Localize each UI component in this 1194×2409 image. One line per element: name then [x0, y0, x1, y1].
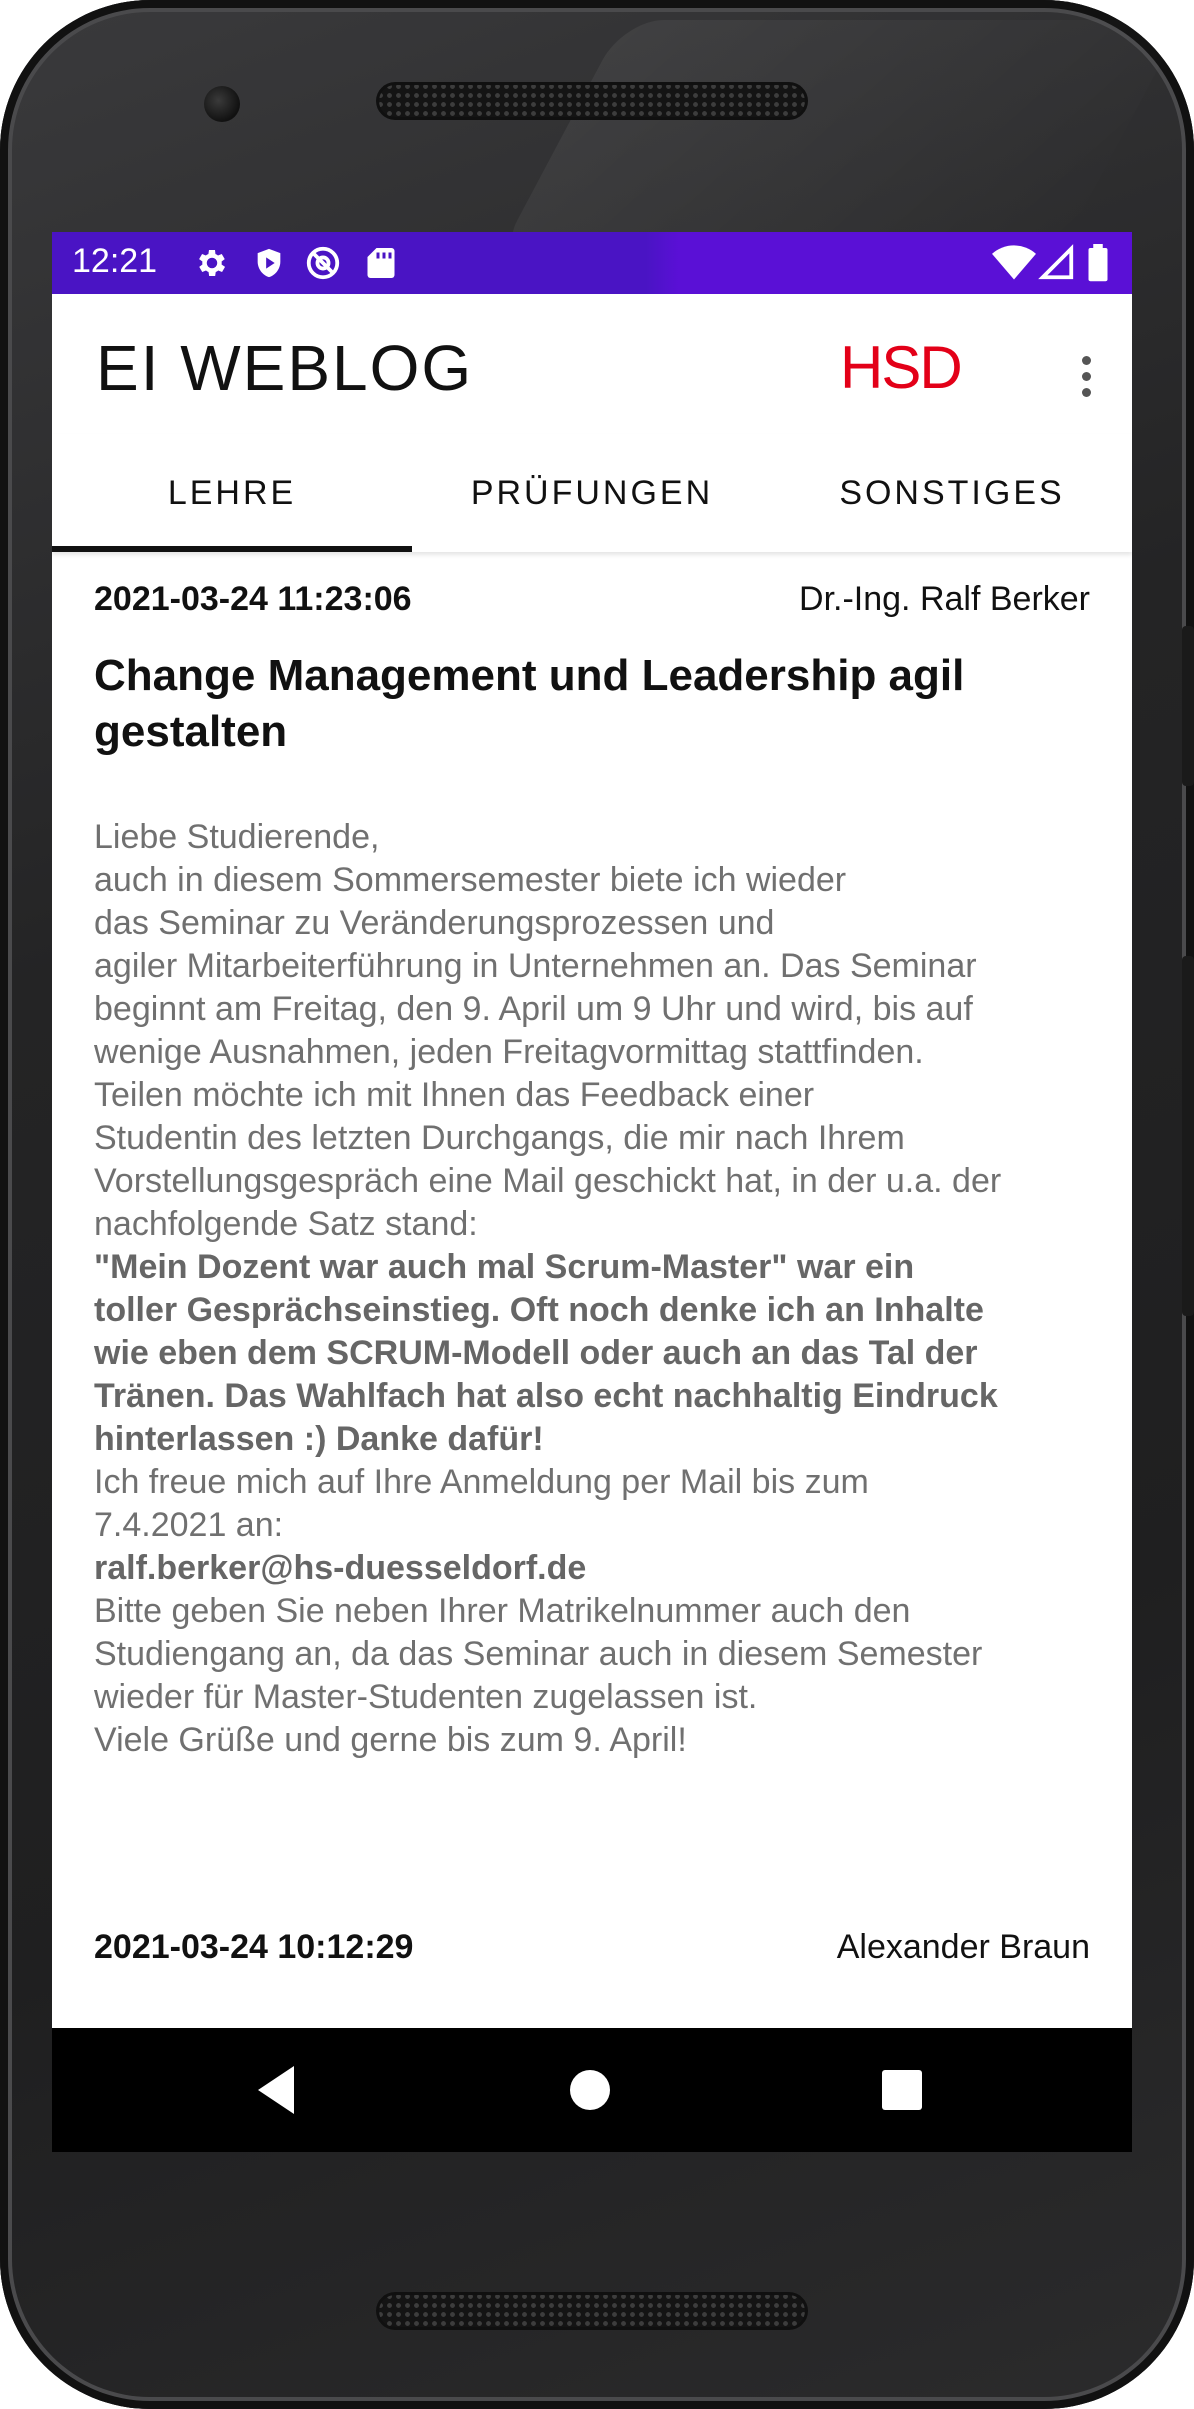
post-body: Liebe Studierende, auch in diesem Sommers…: [94, 816, 1104, 1762]
status-bar: 12:21: [52, 232, 1132, 294]
tab-bar: LEHRE PRÜFUNGEN SONSTIGES: [52, 434, 1132, 552]
post-meta: 2021-03-24 11:23:06 Dr.-Ing. Ralf Berker: [94, 580, 1090, 624]
post-body-line: Teilen möchte ich mit Ihnen das Feedback…: [94, 1076, 815, 1114]
post-body-line: "Mein Dozent war auch mal Scrum-Master" …: [94, 1248, 915, 1286]
more-vert-icon[interactable]: [1066, 346, 1106, 406]
brand-logo: HSD: [840, 334, 963, 401]
sd-card-icon: [367, 248, 395, 278]
app-logo: EI WEBLOG: [96, 332, 474, 404]
post-body-line: Liebe Studierende,: [94, 818, 380, 856]
post-body-line: ralf.berker@hs-duesseldorf.de: [94, 1549, 587, 1587]
post-body-line: Viele Grüße und gerne bis zum 9. April!: [94, 1721, 687, 1759]
post-author: Dr.-Ing. Ralf Berker: [799, 580, 1090, 618]
post-title-line: gestalten: [94, 707, 288, 756]
post-body-line: 7.4.2021 an:: [94, 1506, 284, 1544]
post-title: Change Management und Leadership agil ge…: [94, 648, 1090, 760]
post-body-line: Bitte geben Sie neben Ihrer Matrikelnumm…: [94, 1592, 911, 1630]
signal-icon: [1038, 244, 1074, 280]
status-time: 12:21: [72, 242, 158, 280]
post-body-line: das Seminar zu Veränderungsprozessen und: [94, 904, 775, 942]
post-body-line: Studiengang an, da das Seminar auch in d…: [94, 1635, 983, 1673]
post-body-line: Vorstellungsgespräch eine Mail geschickt…: [94, 1162, 1002, 1200]
navigation-bar: [52, 2028, 1132, 2152]
top-speaker-grille: [376, 82, 808, 120]
tab-lehre[interactable]: LEHRE: [52, 434, 412, 552]
shield-icon: [257, 248, 281, 278]
app-bar: EI WEBLOG HSD: [52, 294, 1132, 434]
gear-icon: [199, 249, 226, 277]
volume-rocker[interactable]: [1182, 956, 1194, 1316]
post-body-line: wie eben dem SCRUM-Modell oder auch an d…: [94, 1334, 978, 1372]
home-icon[interactable]: [570, 2070, 610, 2110]
post-body-line: wieder für Master-Studenten zugelassen i…: [94, 1678, 758, 1716]
post-meta: 2021-03-24 10:12:29 Alexander Braun: [94, 1928, 1090, 1972]
post-body-line: auch in diesem Sommersemester biete ich …: [94, 861, 847, 899]
bottom-speaker-grille: [376, 2292, 808, 2330]
phone-frame: 12:21 EI WEBLOG HSD LEHRE PRÜFUNGEN SONS…: [0, 0, 1194, 2409]
screen: 12:21 EI WEBLOG HSD LEHRE PRÜFUNGEN SONS…: [52, 232, 1132, 2152]
tab-sonstiges[interactable]: SONSTIGES: [772, 434, 1132, 552]
front-camera: [204, 86, 240, 122]
post-body-line: Ich freue mich auf Ihre Anmeldung per Ma…: [94, 1463, 869, 1501]
wifi-icon: [992, 245, 1036, 280]
tab-pruefungen[interactable]: PRÜFUNGEN: [412, 434, 772, 552]
phone-reflection: [496, 20, 1184, 260]
post-body-line: agiler Mitarbeiterführung in Unternehmen…: [94, 947, 977, 985]
post-body-line: Tränen. Das Wahlfach hat also echt nachh…: [94, 1377, 998, 1415]
post-list[interactable]: 2021-03-24 11:23:06 Dr.-Ing. Ralf Berker…: [52, 552, 1132, 2032]
recents-icon[interactable]: [882, 2070, 922, 2110]
power-button[interactable]: [1182, 626, 1194, 786]
battery-icon: [1088, 244, 1108, 282]
post-body-line: nachfolgende Satz stand:: [94, 1205, 478, 1243]
post-date: 2021-03-24 11:23:06: [94, 580, 412, 618]
post-date: 2021-03-24 10:12:29: [94, 1928, 414, 1966]
post-body-line: Studentin des letzten Durchgangs, die mi…: [94, 1119, 905, 1157]
post-body-line: toller Gesprächseinstieg. Oft noch denke…: [94, 1291, 984, 1329]
post-body-line: hinterlassen :) Danke dafür!: [94, 1420, 544, 1458]
back-icon[interactable]: [258, 2066, 294, 2114]
post-title-line: Change Management und Leadership agil: [94, 651, 965, 700]
post-author: Alexander Braun: [836, 1928, 1090, 1966]
post-body-line: beginnt am Freitag, den 9. April um 9 Uh…: [94, 990, 973, 1028]
no-disturb-icon: [306, 246, 340, 280]
post-body-line: wenige Ausnahmen, jeden Freitagvormittag…: [94, 1033, 924, 1071]
